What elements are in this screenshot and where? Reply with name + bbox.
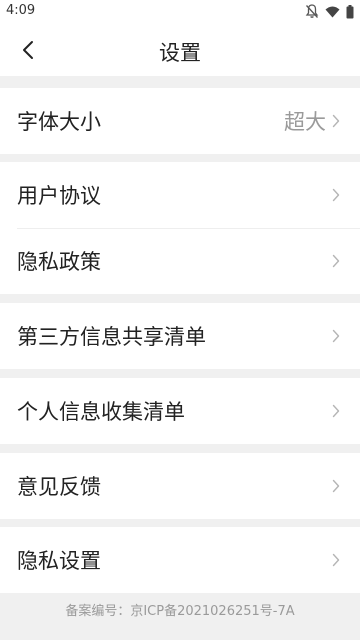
row-label: 字体大小 xyxy=(17,110,101,134)
chevron-right-icon xyxy=(330,551,342,569)
font-section: 字体大小 超大 xyxy=(0,88,360,154)
status-bar: 4:09 xyxy=(0,0,360,24)
chevron-right-icon xyxy=(330,402,342,420)
row-label: 第三方信息共享清单 xyxy=(17,325,206,349)
chevron-right-icon xyxy=(330,186,342,204)
row-value: 超大 xyxy=(284,110,326,134)
settings-row-third-party-sharing[interactable]: 第三方信息共享清单 xyxy=(0,303,360,369)
settings-row-feedback[interactable]: 意见反馈 xyxy=(0,453,360,519)
settings-row-user-agreement[interactable]: 用户协议 xyxy=(0,162,360,228)
agreement-section: 用户协议 隐私政策 xyxy=(0,162,360,294)
chevron-right-icon xyxy=(330,112,342,130)
personal-info-section: 个人信息收集清单 xyxy=(0,378,360,444)
settings-row-personal-info-collection[interactable]: 个人信息收集清单 xyxy=(0,378,360,444)
page-title: 设置 xyxy=(159,41,201,65)
feedback-section: 意见反馈 xyxy=(0,453,360,519)
row-label: 隐私设置 xyxy=(17,549,101,573)
row-label: 用户协议 xyxy=(17,184,101,208)
chevron-right-icon xyxy=(330,252,342,270)
row-label: 意见反馈 xyxy=(17,475,101,499)
nav-bar: 设置 xyxy=(0,24,360,76)
third-party-section: 第三方信息共享清单 xyxy=(0,303,360,369)
wifi-icon xyxy=(325,6,340,17)
row-label: 隐私政策 xyxy=(17,250,101,274)
chevron-right-icon xyxy=(330,477,342,495)
settings-row-privacy-policy[interactable]: 隐私政策 xyxy=(0,228,360,294)
row-label: 个人信息收集清单 xyxy=(17,400,185,424)
notifications-off-icon xyxy=(305,4,319,18)
settings-row-font-size[interactable]: 字体大小 超大 xyxy=(0,88,360,154)
settings-row-privacy-settings[interactable]: 隐私设置 xyxy=(0,527,360,593)
chevron-right-icon xyxy=(330,327,342,345)
status-time: 4:09 xyxy=(6,3,36,18)
battery-icon xyxy=(346,4,354,18)
status-icons xyxy=(305,4,354,19)
privacy-settings-section: 隐私设置 xyxy=(0,527,360,593)
icp-record-text: 备案编号：京ICP备2021026251号-7A xyxy=(65,604,295,619)
